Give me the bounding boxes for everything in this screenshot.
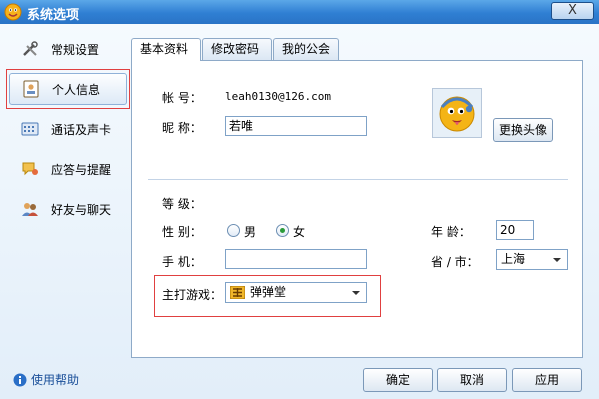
- main-game-value: 弹弹堂: [250, 285, 287, 299]
- phone-label: 手 机：: [162, 255, 202, 269]
- nickname-input[interactable]: 若唯: [225, 116, 367, 136]
- title-bar: 系统选项 X: [0, 0, 599, 24]
- change-avatar-button[interactable]: 更换头像: [493, 118, 553, 142]
- friends-icon: [20, 199, 40, 219]
- avatar: [432, 88, 482, 138]
- sidebar-item-label: 应答与提醒: [51, 162, 112, 177]
- sidebar-item-general[interactable]: 常规设置: [9, 33, 127, 65]
- tab-my-guild[interactable]: 我的公会: [273, 38, 339, 60]
- help-label: 使用帮助: [31, 373, 80, 387]
- account-label: 帐 号：: [162, 91, 202, 105]
- apply-button[interactable]: 应用: [512, 368, 582, 392]
- window-title: 系统选项: [27, 8, 80, 23]
- sidebar-item-friends-chat[interactable]: 好友与聊天: [9, 193, 127, 225]
- province-city-select[interactable]: 上海: [496, 249, 568, 270]
- sidebar: 常规设置 个人信息 通话及声卡 应答与提醒 好友与聊天: [0, 24, 133, 364]
- dialog-body: 常规设置 个人信息 通话及声卡 应答与提醒 好友与聊天 基本资料 修改密码 我的…: [0, 24, 599, 399]
- help-link[interactable]: 使用帮助: [13, 371, 79, 388]
- tools-icon: [20, 39, 40, 59]
- app-logo-icon: [4, 3, 22, 21]
- province-city-value: 上海: [501, 252, 526, 266]
- ok-button[interactable]: 确定: [363, 368, 433, 392]
- sidebar-item-call-sound[interactable]: 通话及声卡: [9, 113, 127, 145]
- gender-female-radio[interactable]: [276, 224, 289, 237]
- gender-male-radio[interactable]: [227, 224, 240, 237]
- section-divider: [148, 179, 568, 180]
- close-button[interactable]: X: [551, 2, 594, 20]
- info-icon: [13, 373, 27, 386]
- age-label: 年 龄：: [431, 225, 471, 239]
- province-city-label: 省 / 市：: [431, 255, 479, 269]
- keyboard-icon: [20, 119, 40, 139]
- sidebar-item-label: 好友与聊天: [51, 202, 112, 217]
- nickname-label: 昵 称：: [162, 121, 202, 135]
- main-game-label: 主打游戏：: [162, 288, 223, 302]
- sidebar-item-label: 常规设置: [51, 42, 100, 57]
- cancel-button[interactable]: 取消: [437, 368, 507, 392]
- phone-input[interactable]: [225, 249, 367, 269]
- sidebar-item-label: 通话及声卡: [51, 122, 112, 137]
- chevron-down-icon: [553, 258, 561, 262]
- avatar-face-icon: [439, 96, 475, 132]
- gender-female-label: 女: [293, 225, 306, 239]
- basic-info-panel: 帐 号： leah0130@126.com 昵 称： 若唯 更换头像 等 级： …: [131, 60, 583, 358]
- tab-change-password[interactable]: 修改密码: [202, 38, 272, 60]
- highlight-box-sidebar: [6, 69, 130, 109]
- age-input[interactable]: 20: [496, 220, 534, 240]
- sidebar-item-response-reminder[interactable]: 应答与提醒: [9, 153, 127, 185]
- main-game-select[interactable]: 弹弹堂: [225, 282, 367, 303]
- chat-icon: [20, 159, 40, 179]
- tab-basic-info[interactable]: 基本资料: [131, 38, 201, 61]
- account-value: leah0130@126.com: [225, 90, 331, 103]
- level-label: 等 级：: [162, 197, 202, 211]
- gender-label: 性 别：: [162, 225, 202, 239]
- chevron-down-icon: [352, 291, 360, 295]
- game-logo-icon: [229, 285, 246, 303]
- gender-male-label: 男: [244, 225, 257, 239]
